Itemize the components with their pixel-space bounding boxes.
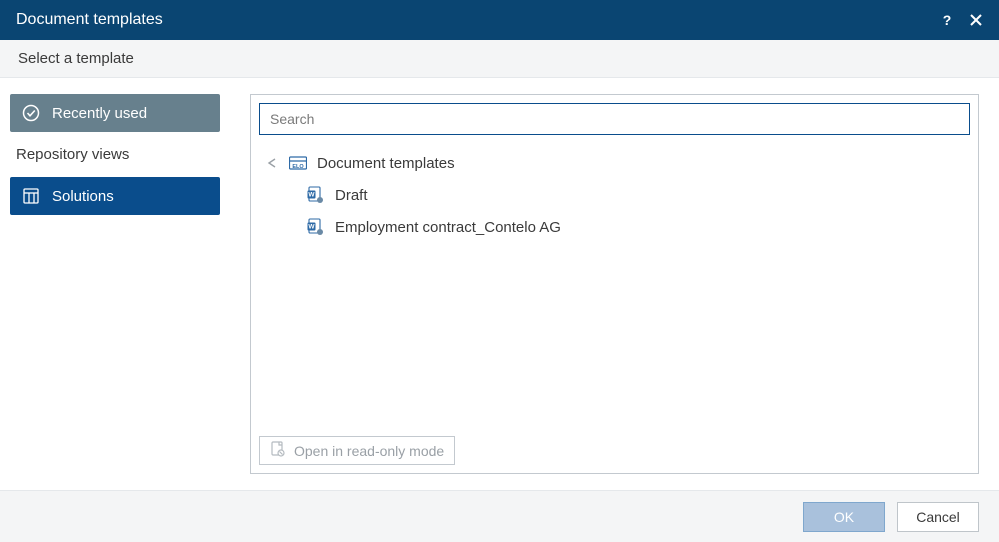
tree-item-label: Employment contract_Contelo AG	[335, 219, 561, 236]
tree-item[interactable]: W Employment contract_Contelo AG	[259, 211, 970, 243]
word-doc-icon: W	[307, 186, 325, 204]
sidebar-item-label: Recently used	[52, 105, 147, 122]
cancel-button-label: Cancel	[916, 509, 960, 525]
tree-item[interactable]: W Draft	[259, 179, 970, 211]
svg-text:ELO: ELO	[292, 164, 304, 170]
word-doc-icon: W	[307, 218, 325, 236]
subheader-text: Select a template	[18, 50, 134, 67]
readonly-doc-icon	[270, 441, 286, 460]
tree-item-label: Draft	[335, 187, 368, 204]
svg-text:W: W	[308, 224, 315, 231]
main: ELO Document templates W Draft W Em	[230, 78, 999, 490]
check-circle-icon	[22, 104, 40, 122]
ok-button-label: OK	[834, 509, 854, 525]
tree-root-row[interactable]: ELO Document templates	[259, 147, 970, 179]
search-input[interactable]	[259, 103, 970, 135]
help-icon[interactable]: ?	[939, 12, 955, 28]
svg-text:W: W	[308, 192, 315, 199]
sidebar-item-label: Solutions	[52, 188, 114, 205]
tree-root-label: Document templates	[317, 155, 455, 172]
sidebar: Recently used Repository views Solutions	[0, 78, 230, 490]
sidebar-item-recently-used[interactable]: Recently used	[10, 94, 220, 132]
close-icon[interactable]	[969, 13, 983, 27]
svg-text:?: ?	[943, 12, 952, 28]
titlebar: Document templates ?	[0, 0, 999, 40]
sidebar-item-solutions[interactable]: Solutions	[10, 177, 220, 215]
open-readonly-button[interactable]: Open in read-only mode	[259, 436, 455, 465]
readonly-row: Open in read-only mode	[259, 436, 970, 465]
cancel-button[interactable]: Cancel	[897, 502, 979, 532]
panel: ELO Document templates W Draft W Em	[250, 94, 979, 474]
ok-button[interactable]: OK	[803, 502, 885, 532]
readonly-label: Open in read-only mode	[294, 443, 444, 459]
expander-icon[interactable]	[265, 156, 279, 170]
body: Recently used Repository views Solutions…	[0, 78, 999, 490]
footer: OK Cancel	[0, 490, 999, 542]
sidebar-section-label: Repository views	[10, 146, 220, 163]
window-title: Document templates	[16, 11, 925, 29]
subheader: Select a template	[0, 40, 999, 78]
app-grid-icon	[22, 188, 40, 204]
tree: ELO Document templates W Draft W Em	[259, 147, 970, 436]
folder-elo-icon: ELO	[289, 154, 307, 172]
